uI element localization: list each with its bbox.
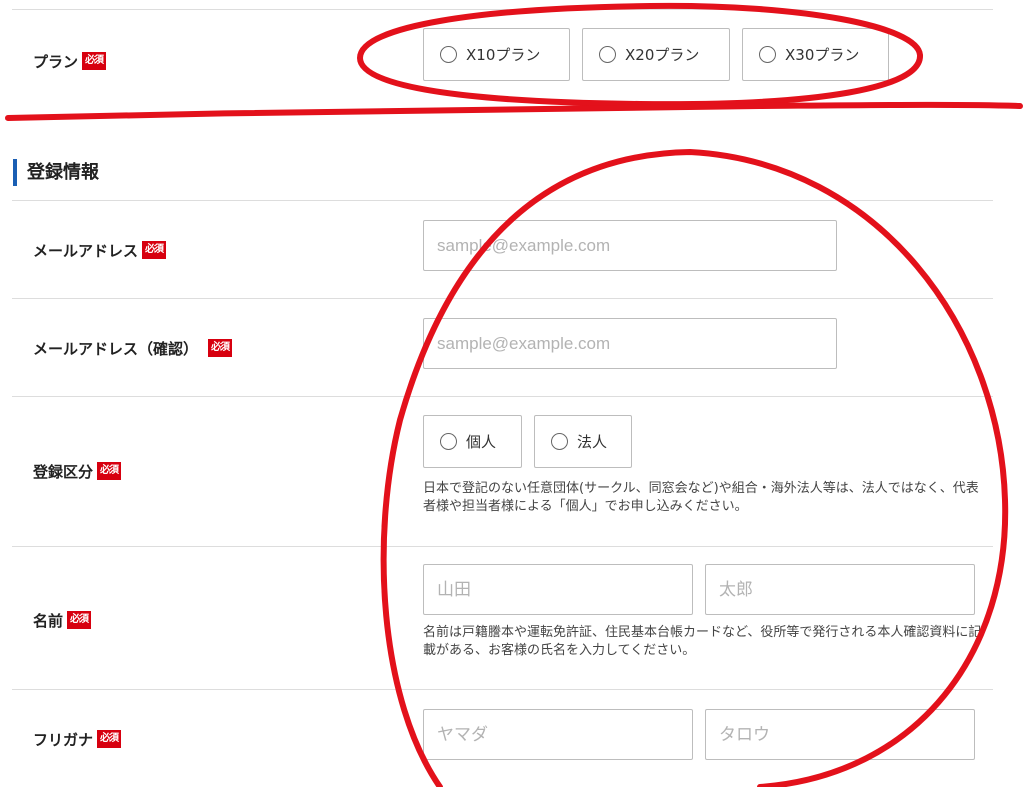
registration-type-label: 登録区分 必須 (33, 460, 122, 482)
plan-option-label: X10プラン (466, 46, 541, 64)
plan-label-text: プラン (33, 52, 79, 71)
email-confirm-input[interactable] (423, 318, 837, 369)
plan-option-x20[interactable]: X20プラン (582, 28, 730, 81)
plan-option-x10[interactable]: X10プラン (423, 28, 570, 81)
email-label: メールアドレス 必須 (33, 239, 167, 261)
plan-label: プラン 必須 (33, 50, 107, 72)
radio-circle-icon[interactable] (440, 46, 457, 63)
row-divider (12, 546, 993, 547)
registration-type-corporate[interactable]: 法人 (534, 415, 632, 468)
registration-type-option-label: 個人 (466, 433, 497, 451)
required-badge: 必須 (97, 730, 122, 748)
section-accent-bar (13, 159, 17, 186)
radio-circle-icon[interactable] (551, 433, 568, 450)
row-divider (12, 9, 993, 10)
annotation-underline (5, 101, 1023, 121)
required-badge: 必須 (82, 52, 107, 70)
row-divider (12, 396, 993, 397)
name-note: 名前は戸籍謄本や運転免許証、住民基本台帳カードなど、役所等で発行される本人確認資… (423, 625, 982, 658)
row-divider (12, 200, 993, 201)
required-badge: 必須 (208, 339, 233, 357)
radio-circle-icon[interactable] (599, 46, 616, 63)
plan-option-x30[interactable]: X30プラン (742, 28, 889, 81)
row-divider (12, 298, 993, 299)
last-name-kana-input[interactable] (423, 709, 693, 760)
required-badge: 必須 (97, 462, 122, 480)
furigana-label: フリガナ 必須 (33, 728, 122, 750)
registration-type-note: 日本で登記のない任意団体(サークル、同窓会など)や組合・海外法人等は、法人ではな… (423, 481, 979, 514)
first-name-kana-input[interactable] (705, 709, 975, 760)
name-label: 名前 必須 (33, 609, 92, 631)
annotation-overlay (5, 2, 1023, 787)
furigana-label-text: フリガナ (33, 730, 94, 749)
row-divider (12, 689, 993, 690)
radio-circle-icon[interactable] (440, 433, 457, 450)
email-input[interactable] (423, 220, 837, 271)
required-badge: 必須 (142, 241, 167, 259)
last-name-input[interactable] (423, 564, 693, 615)
required-badge: 必須 (67, 611, 92, 629)
name-label-text: 名前 (33, 611, 64, 630)
registration-type-label-text: 登録区分 (33, 462, 94, 481)
email-confirm-label: メールアドレス（確認） 必須 (33, 337, 233, 359)
registration-type-individual[interactable]: 個人 (423, 415, 522, 468)
email-confirm-label-text: メールアドレス（確認） (33, 339, 199, 358)
section-title: 登録情報 (27, 162, 99, 183)
registration-type-option-label: 法人 (577, 433, 608, 451)
registration-form-page: プラン 必須 X10プラン X20プラン X30プラン 登録情報 メールアドレス… (0, 0, 1024, 787)
plan-option-label: X30プラン (785, 46, 860, 64)
radio-circle-icon[interactable] (759, 46, 776, 63)
first-name-input[interactable] (705, 564, 975, 615)
email-label-text: メールアドレス (33, 241, 139, 260)
plan-option-label: X20プラン (625, 46, 700, 64)
